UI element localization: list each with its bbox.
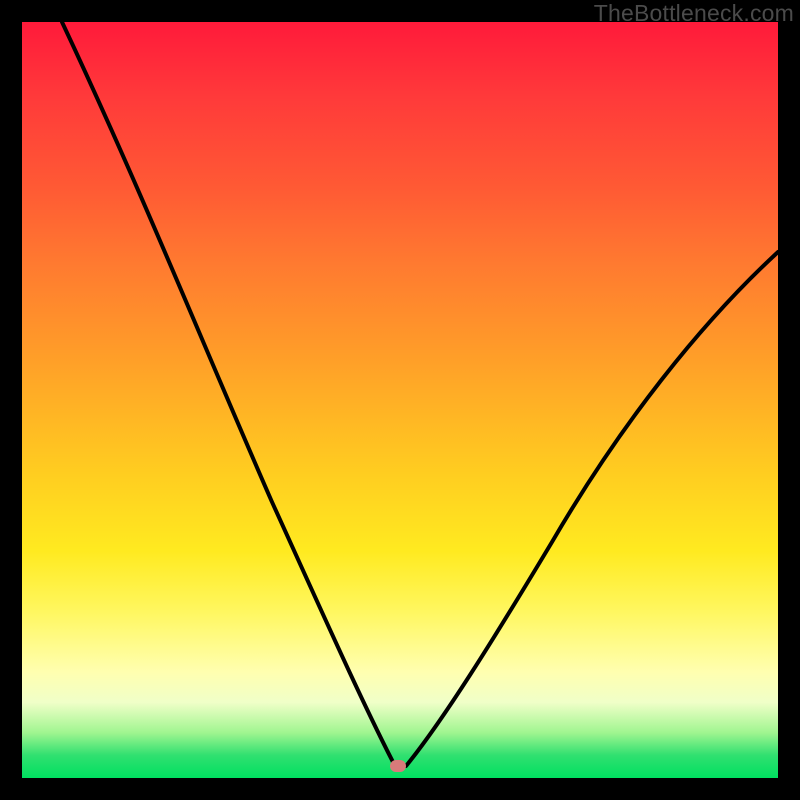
curve-left-branch — [62, 22, 394, 764]
chart-frame: TheBottleneck.com — [0, 0, 800, 800]
watermark-text: TheBottleneck.com — [594, 0, 794, 27]
curve-right-branch — [406, 252, 778, 766]
bottleneck-curve — [22, 22, 778, 778]
plot-area — [22, 22, 778, 778]
minimum-marker — [390, 760, 406, 772]
